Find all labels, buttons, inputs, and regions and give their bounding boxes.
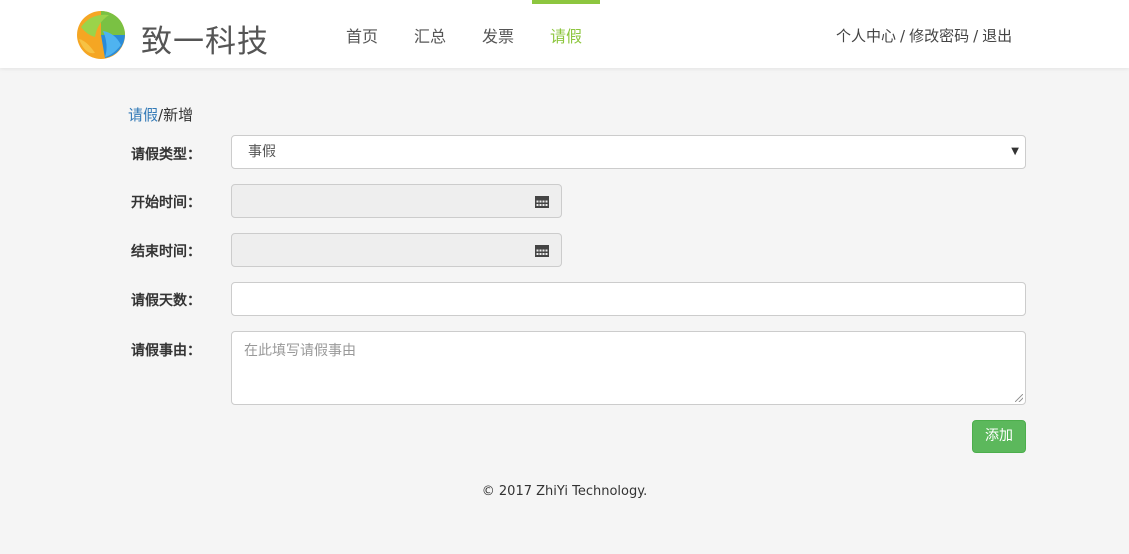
days-input[interactable] (231, 282, 1026, 316)
calendar-icon (535, 196, 549, 208)
logout-link[interactable]: 退出 (982, 27, 1012, 45)
end-time-calendar-button[interactable] (522, 233, 562, 267)
start-time-label: 开始时间： (131, 195, 201, 211)
brand-name: 致一科技 (141, 24, 269, 60)
leave-type-select[interactable]: 事假 ▼ (231, 135, 1026, 169)
chevron-down-icon: ▼ (1011, 146, 1019, 157)
breadcrumb-leave-link[interactable]: 请假 (128, 106, 158, 124)
reason-placeholder: 在此填写请假事由 (244, 343, 356, 359)
link-separator: / (973, 27, 979, 45)
calendar-icon (535, 245, 549, 257)
nav-leave[interactable]: 请假 (532, 0, 601, 68)
days-label: 请假天数： (131, 293, 201, 309)
leave-type-value: 事假 (248, 144, 276, 160)
profile-link[interactable]: 个人中心 (836, 27, 896, 45)
main-nav: 首页 汇总 发票 请假 (328, 0, 601, 68)
nav-summary[interactable]: 汇总 (396, 0, 464, 68)
resize-handle[interactable] (1015, 394, 1023, 402)
footer-copyright: © 2017 ZhiYi Technology. (481, 484, 648, 499)
leave-type-label: 请假类型： (131, 147, 201, 163)
user-links: 个人中心 / 修改密码 / 退出 (836, 25, 1012, 46)
nav-home[interactable]: 首页 (328, 0, 396, 68)
breadcrumb: 请假/新增 (128, 104, 193, 125)
end-time-label: 结束时间： (131, 244, 201, 260)
add-button[interactable]: 添加 (972, 420, 1026, 453)
breadcrumb-current: 新增 (163, 106, 194, 124)
end-time-input[interactable] (231, 233, 523, 267)
reason-textarea[interactable]: 在此填写请假事由 (231, 331, 1026, 405)
reason-label: 请假事由： (131, 343, 201, 359)
change-password-link[interactable]: 修改密码 (909, 27, 969, 45)
start-time-input[interactable] (231, 184, 523, 218)
start-time-calendar-button[interactable] (522, 184, 562, 218)
top-header: 致一科技 首页 汇总 发票 请假 个人中心 / 修改密码 / 退出 (0, 0, 1129, 68)
logo-icon (77, 11, 125, 59)
nav-invoice[interactable]: 发票 (464, 0, 532, 68)
link-separator: / (900, 27, 906, 45)
